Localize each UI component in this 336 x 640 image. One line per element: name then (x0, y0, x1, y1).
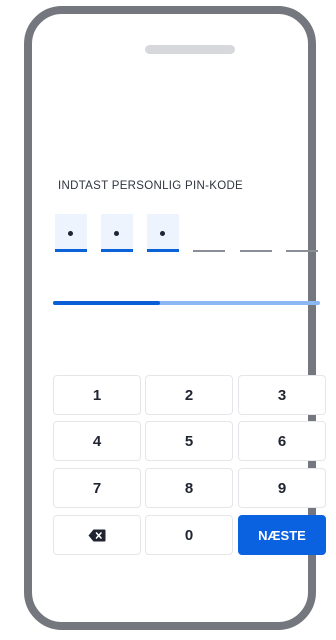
pin-prompt: INDTAST PERSONLIG PIN-KODE (58, 180, 244, 192)
pin-digit-4 (193, 214, 225, 252)
key-6[interactable]: 6 (238, 421, 326, 461)
key-7[interactable]: 7 (53, 468, 141, 508)
pin-dot (68, 231, 73, 236)
key-0[interactable]: 0 (145, 515, 233, 555)
backspace-button[interactable] (53, 515, 141, 555)
pin-dot (160, 231, 165, 236)
phone-speaker (145, 45, 235, 54)
pin-underline (193, 250, 225, 252)
backspace-icon (88, 529, 106, 542)
pin-digit-6 (286, 214, 318, 252)
next-button[interactable]: NÆSTE (238, 515, 326, 555)
pin-underline (147, 249, 179, 252)
key-8[interactable]: 8 (145, 468, 233, 508)
progress-fill (53, 301, 160, 305)
key-5[interactable]: 5 (145, 421, 233, 461)
key-4[interactable]: 4 (53, 421, 141, 461)
pin-digit-1 (55, 214, 87, 252)
pin-underline (286, 250, 318, 252)
pin-digit-2 (101, 214, 133, 252)
pin-underline (240, 250, 272, 252)
key-1[interactable]: 1 (53, 375, 141, 415)
pin-underline (55, 249, 87, 252)
pin-digit-3 (147, 214, 179, 252)
pin-underline (101, 249, 133, 252)
progress-bar (53, 301, 320, 305)
key-2[interactable]: 2 (145, 375, 233, 415)
key-9[interactable]: 9 (238, 468, 326, 508)
key-3[interactable]: 3 (238, 375, 326, 415)
pin-dot (114, 231, 119, 236)
pin-digit-5 (240, 214, 272, 252)
